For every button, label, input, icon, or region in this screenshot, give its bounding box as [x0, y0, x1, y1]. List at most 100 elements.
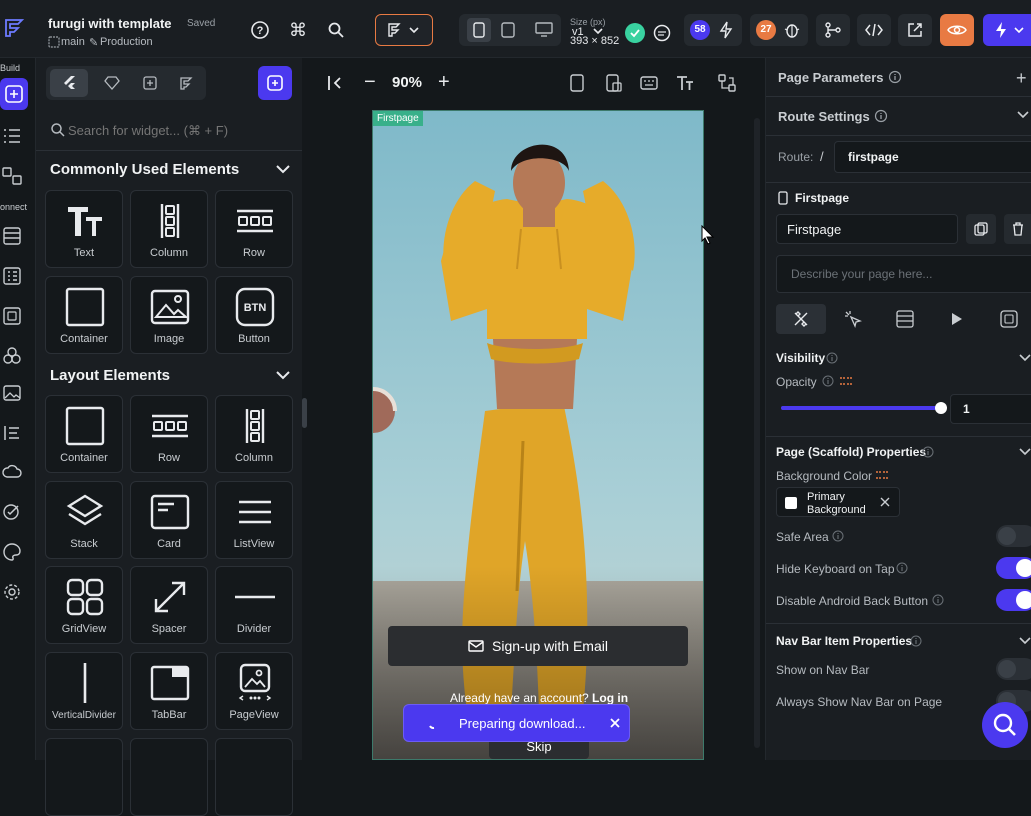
preview-button[interactable] [940, 14, 974, 46]
open-external-button[interactable] [898, 14, 932, 46]
database-icon[interactable] [2, 226, 22, 246]
command-icon[interactable]: ⌘ [282, 14, 314, 46]
widget-tree-selector[interactable] [375, 14, 433, 46]
collapse-panel-icon[interactable] [326, 74, 344, 92]
tab-actions[interactable] [844, 310, 862, 328]
signup-email-button[interactable]: Sign-up with Email [388, 626, 688, 666]
variable-binding-icon[interactable] [875, 469, 889, 481]
phone-icon[interactable] [467, 18, 491, 42]
branch-name[interactable]: main [61, 36, 85, 48]
show-navbar-toggle[interactable] [996, 658, 1031, 680]
chevron-down-icon[interactable] [1018, 353, 1031, 363]
canvas-scrollbar[interactable] [754, 118, 760, 748]
text-scale-icon[interactable] [676, 74, 694, 92]
zoom-out-button[interactable]: − [364, 71, 376, 94]
opacity-slider[interactable] [781, 402, 947, 414]
widget-tile-pageview[interactable]: PageView [215, 652, 293, 730]
issues-button[interactable]: 58 [684, 14, 742, 46]
add-parameter-icon[interactable]: + [1016, 68, 1027, 89]
tablet-icon[interactable] [501, 22, 515, 38]
list-icon[interactable] [2, 126, 22, 146]
tab-components-icon[interactable] [104, 75, 120, 91]
phone-preview-icon[interactable] [570, 74, 584, 92]
flutterflow-logo[interactable] [2, 16, 26, 40]
tab-custom-widgets-icon[interactable] [142, 75, 158, 91]
info-icon[interactable] [932, 594, 944, 606]
chevron-down-icon[interactable] [274, 368, 292, 382]
page-name-input[interactable]: Firstpage [776, 214, 958, 244]
widget-tile-text[interactable]: Text [45, 190, 123, 268]
add-widget-button[interactable] [258, 66, 292, 100]
checklist-icon[interactable] [2, 502, 22, 522]
close-icon[interactable] [880, 497, 890, 507]
widget-tile-partial[interactable] [130, 738, 208, 816]
chevron-down-icon[interactable] [1018, 636, 1031, 646]
media-icon[interactable] [2, 306, 22, 326]
page-description-input[interactable]: Describe your page here... [776, 255, 1031, 293]
keyboard-icon[interactable] [640, 76, 658, 90]
widget-tile-gridview[interactable]: GridView [45, 566, 123, 644]
close-icon[interactable] [608, 716, 622, 730]
widget-tile-row[interactable]: Row [130, 395, 208, 473]
widget-tile-row[interactable]: Row [215, 190, 293, 268]
info-icon[interactable] [922, 446, 934, 458]
delete-page-button[interactable] [1004, 214, 1031, 244]
route-input[interactable]: firstpage [834, 141, 1031, 173]
warnings-button[interactable]: 27 [750, 14, 808, 46]
tab-flutter-widgets[interactable] [50, 69, 88, 97]
tab-backend-query[interactable] [896, 310, 914, 328]
layout-preview-icon[interactable] [606, 74, 622, 92]
safe-area-toggle[interactable] [996, 525, 1031, 547]
widget-tile-partial[interactable] [45, 738, 123, 816]
zoom-in-button[interactable]: + [438, 71, 450, 94]
info-icon[interactable] [888, 70, 902, 84]
zoom-level[interactable]: 90% [392, 74, 422, 91]
hide-keyboard-toggle[interactable] [996, 557, 1031, 579]
widget-tile-container[interactable]: Container [45, 276, 123, 354]
storyboard-icon[interactable] [2, 166, 22, 186]
help-icon[interactable]: ? [244, 14, 276, 46]
widget-tile-button[interactable]: BTN Button [215, 276, 293, 354]
widget-tile-partial[interactable] [215, 738, 293, 816]
run-button[interactable] [983, 14, 1031, 46]
rail-widgets-button[interactable] [0, 78, 28, 110]
localization-icon[interactable] [2, 423, 22, 443]
info-icon[interactable] [874, 109, 888, 123]
opacity-input[interactable]: 1 [950, 394, 1031, 424]
widget-tile-listview[interactable]: ListView [215, 481, 293, 559]
panel-scrollbar[interactable] [302, 398, 307, 428]
widget-tile-column[interactable]: Column [215, 395, 293, 473]
widget-tile-divider[interactable]: Divider [215, 566, 293, 644]
info-icon[interactable] [822, 375, 834, 387]
chevron-down-icon[interactable] [1016, 110, 1030, 120]
desktop-icon[interactable] [535, 22, 553, 38]
image-assets-icon[interactable] [2, 383, 22, 403]
tab-media[interactable] [1000, 310, 1018, 328]
cloud-icon[interactable] [2, 462, 22, 482]
widget-tile-card[interactable]: Card [130, 481, 208, 559]
theme-icon[interactable] [2, 346, 22, 366]
chevron-down-icon[interactable] [1018, 447, 1031, 457]
login-link[interactable]: Log in [592, 691, 628, 705]
widget-tile-column[interactable]: Column [130, 190, 208, 268]
search-icon[interactable] [320, 14, 352, 46]
check-circle-icon[interactable] [625, 23, 645, 43]
duplicate-page-button[interactable] [966, 214, 996, 244]
widget-tile-container[interactable]: Container [45, 395, 123, 473]
page-tag[interactable]: Firstpage [373, 111, 423, 126]
chat-icon[interactable] [652, 23, 672, 43]
api-calls-icon[interactable] [2, 266, 22, 286]
branch-graph-button[interactable] [816, 14, 850, 46]
widget-tile-verticaldivider[interactable]: VerticalDivider [45, 652, 123, 730]
variable-binding-icon[interactable] [839, 375, 853, 387]
palette-icon[interactable] [2, 542, 22, 562]
chevron-down-icon[interactable] [274, 162, 292, 176]
disable-back-toggle[interactable] [996, 589, 1031, 611]
project-name[interactable]: furugi with template [48, 16, 172, 31]
tab-properties[interactable] [776, 304, 826, 334]
tab-templates-icon[interactable] [178, 75, 194, 91]
global-search-fab[interactable] [982, 702, 1028, 748]
tree-view-icon[interactable] [718, 74, 736, 92]
code-button[interactable] [857, 14, 891, 46]
widget-tile-tabbar[interactable]: TabBar [130, 652, 208, 730]
